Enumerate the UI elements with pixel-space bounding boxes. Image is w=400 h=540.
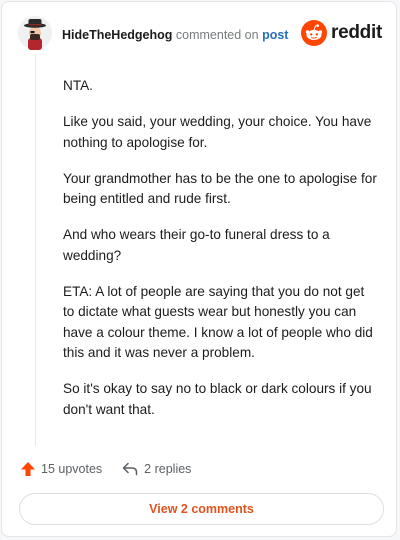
comment-paragraph: Your grandmother has to be the one to ap… [63, 170, 377, 207]
comment-meta: HideTheHedgehog commented on post [62, 28, 288, 42]
comment-paragraph: Like you said, your wedding, your choice… [63, 114, 372, 150]
reddit-wordmark: reddit [331, 22, 382, 43]
reply-count: 2 replies [144, 462, 192, 476]
post-link[interactable]: post [262, 28, 288, 42]
comment-card: HideTheHedgehog commented on post reddit… [1, 1, 397, 537]
comment-body: NTA. Like you said, your wedding, your c… [63, 76, 379, 436]
upvote-arrow-icon [21, 462, 35, 476]
comment-paragraph: So it's okay to say no to black or dark … [63, 381, 372, 417]
comment-paragraph: NTA. [63, 78, 93, 93]
pirate-avatar-icon [18, 16, 52, 50]
thread-line [35, 54, 36, 446]
username[interactable]: HideTheHedgehog [62, 28, 172, 42]
replies-button[interactable]: 2 replies [122, 462, 191, 476]
avatar[interactable] [18, 16, 52, 50]
upvote-button[interactable]: 15 upvotes [20, 461, 102, 477]
action-text: commented on [175, 28, 259, 42]
reddit-snoo-icon [301, 20, 328, 46]
comment-paragraph: ETA: A lot of people are saying that you… [63, 283, 373, 361]
comment-paragraph: And who wears their go-to funeral dress … [63, 227, 330, 263]
reply-arrow-icon [122, 462, 138, 476]
reddit-logo[interactable]: reddit [301, 20, 382, 46]
comment-actions: 15 upvotes 2 replies [20, 459, 191, 479]
comment-header: HideTheHedgehog commented on post reddit [18, 16, 382, 52]
view-comments-button[interactable]: View 2 comments [19, 493, 384, 525]
upvote-count: 15 upvotes [41, 462, 103, 476]
